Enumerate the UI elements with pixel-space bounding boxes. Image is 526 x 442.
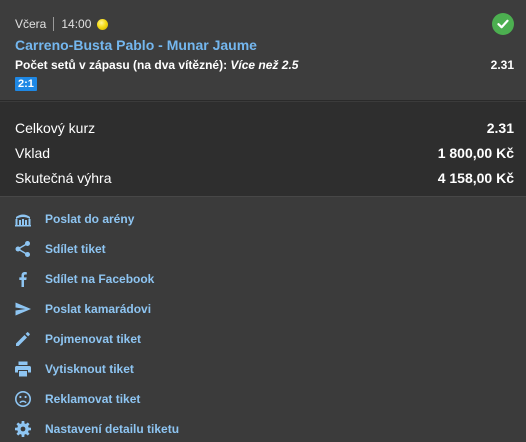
- print-icon: [14, 360, 32, 378]
- ticket-actions: Poslat do arény Sdílet tiket Sdílet na F…: [0, 198, 526, 442]
- pencil-icon: [14, 330, 32, 348]
- sad-face-icon: [14, 390, 32, 408]
- total-odds-row: Celkový kurz 2.31: [15, 120, 514, 138]
- total-odds-value: 2.31: [486, 120, 514, 136]
- print-ticket-button[interactable]: Vytisknout tiket: [0, 354, 526, 384]
- facebook-icon: [14, 270, 32, 288]
- rename-ticket-label: Pojmenovat tiket: [45, 332, 142, 346]
- win-label: Skutečná výhra: [15, 170, 112, 186]
- share-icon: [14, 240, 32, 258]
- stake-row: Vklad 1 800,00 Kč: [15, 145, 514, 163]
- send-to-arena-label: Poslat do arény: [45, 212, 135, 226]
- ticket-detail-settings-button[interactable]: Nastavení detailu tiketu: [0, 414, 526, 442]
- share-facebook-label: Sdílet na Facebook: [45, 272, 155, 286]
- stake-label: Vklad: [15, 145, 51, 161]
- win-row: Skutečná výhra 4 158,00 Kč: [15, 170, 514, 188]
- share-facebook-button[interactable]: Sdílet na Facebook: [0, 264, 526, 294]
- rename-ticket-button[interactable]: Pojmenovat tiket: [0, 324, 526, 354]
- score-badge: 2:1: [15, 77, 37, 91]
- total-odds-label: Celkový kurz: [15, 120, 96, 136]
- stake-value: 1 800,00 Kč: [437, 145, 514, 161]
- bet-time: 14:00: [61, 17, 92, 31]
- market-description: Počet setů v zápasu (na dva vítězné): Ví…: [15, 58, 298, 72]
- send-to-arena-button[interactable]: Poslat do arény: [0, 204, 526, 234]
- share-ticket-button[interactable]: Sdílet tiket: [0, 234, 526, 264]
- tennis-ball-icon: [97, 18, 109, 30]
- share-ticket-label: Sdílet tiket: [45, 242, 106, 256]
- bet-detail: Včera 14:00 Carreno-Busta Pablo - Munar …: [0, 0, 526, 101]
- selection-label: Více než 2.5: [230, 58, 299, 72]
- win-value: 4 158,00 Kč: [437, 170, 514, 186]
- meta-divider: [53, 17, 55, 31]
- ticket-detail-settings-label: Nastavení detailu tiketu: [45, 422, 180, 436]
- send-to-friend-label: Poslat kamarádovi: [45, 302, 152, 316]
- bet-meta: Včera 14:00: [15, 16, 109, 32]
- bet-day: Včera: [15, 17, 47, 31]
- check-circle-icon: [492, 13, 514, 35]
- arena-icon: [14, 210, 32, 228]
- market-label: Počet setů v zápasu (na dva vítězné):: [15, 58, 228, 72]
- bet-summary: Celkový kurz 2.31 Vklad 1 800,00 Kč Skut…: [0, 102, 526, 197]
- complain-ticket-label: Reklamovat tiket: [45, 392, 141, 406]
- complain-ticket-button[interactable]: Reklamovat tiket: [0, 384, 526, 414]
- print-ticket-label: Vytisknout tiket: [45, 362, 134, 376]
- send-to-friend-button[interactable]: Poslat kamarádovi: [0, 294, 526, 324]
- bet-odd: 2.31: [490, 58, 514, 72]
- match-link[interactable]: Carreno-Busta Pablo - Munar Jaume: [15, 37, 257, 53]
- send-icon: [14, 300, 32, 318]
- gear-icon: [14, 420, 32, 438]
